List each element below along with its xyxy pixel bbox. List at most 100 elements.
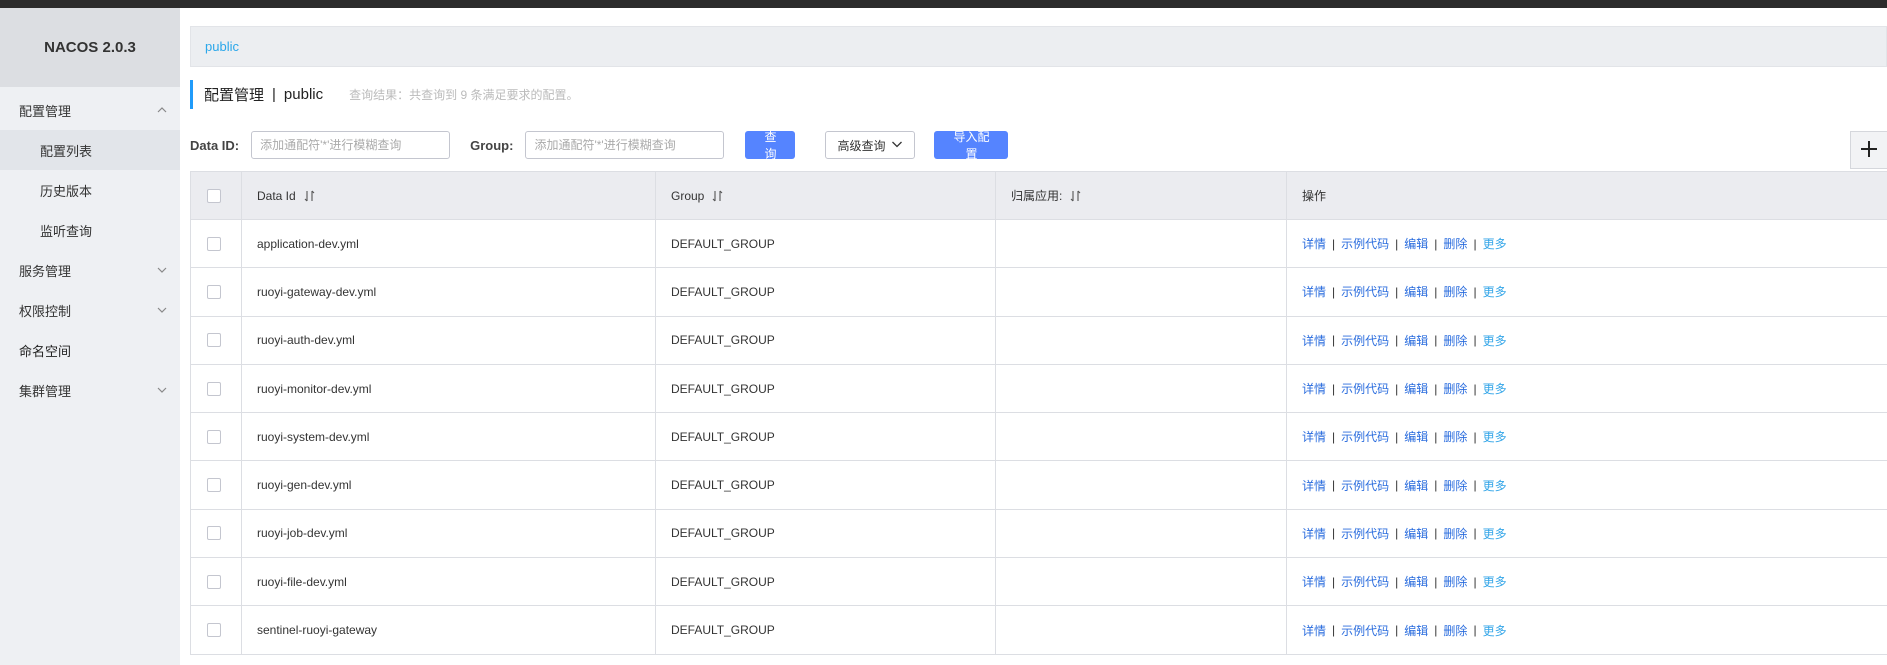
detail-link[interactable]: 详情: [1302, 477, 1326, 494]
action-separator: |: [1434, 478, 1438, 493]
sort-icon[interactable]: [1070, 190, 1081, 202]
delete-link[interactable]: 删除: [1443, 380, 1467, 397]
detail-link[interactable]: 详情: [1302, 428, 1326, 445]
column-header-app[interactable]: 归属应用:: [996, 172, 1287, 219]
sidebar-item-config-list[interactable]: 配置列表: [0, 130, 180, 170]
sort-icon[interactable]: [304, 190, 315, 202]
delete-link[interactable]: 删除: [1443, 235, 1467, 252]
row-select-cell: [191, 558, 242, 606]
more-link[interactable]: 更多: [1483, 332, 1507, 349]
row-checkbox[interactable]: [207, 429, 221, 444]
delete-link[interactable]: 删除: [1443, 428, 1467, 445]
import-config-button[interactable]: 导入配置: [934, 130, 1009, 161]
detail-link[interactable]: 详情: [1302, 380, 1326, 397]
action-separator: |: [1434, 381, 1438, 396]
chevron-down-icon: [156, 304, 168, 316]
more-link[interactable]: 更多: [1483, 573, 1507, 590]
sample-code-link[interactable]: 示例代码: [1341, 477, 1389, 494]
table-row: ruoyi-file-dev.yml DEFAULT_GROUP 详情 | 示例代码 | 编…: [191, 558, 1887, 607]
delete-link[interactable]: 删除: [1443, 573, 1467, 590]
sidebar-item-listener-query[interactable]: 监听查询: [0, 210, 180, 250]
data-id-input[interactable]: [251, 131, 451, 159]
table-row: ruoyi-system-dev.yml DEFAULT_GROUP 详情 | 示例代码…: [191, 413, 1887, 462]
filter-bar: Data ID: Group: 查询 高级查询 导入配置: [190, 130, 1009, 161]
query-button[interactable]: 查询: [745, 130, 796, 161]
data-id-cell: ruoyi-job-dev.yml: [242, 509, 656, 558]
namespace-bar: public: [190, 26, 1887, 67]
detail-link[interactable]: 详情: [1302, 525, 1326, 542]
edit-link[interactable]: 编辑: [1404, 380, 1428, 397]
chevron-up-icon: [156, 104, 168, 116]
delete-link[interactable]: 删除: [1443, 525, 1467, 542]
group-cell: DEFAULT_GROUP: [656, 509, 996, 558]
app-cell: [996, 509, 1287, 558]
edit-link[interactable]: 编辑: [1404, 573, 1428, 590]
column-header-group[interactable]: Group: [656, 172, 996, 219]
row-select-cell: [191, 316, 242, 364]
app-cell: [996, 413, 1287, 461]
row-checkbox[interactable]: [207, 478, 221, 493]
column-header-data-id[interactable]: Data Id: [242, 172, 656, 219]
sidebar-item-access-control[interactable]: 权限控制: [0, 290, 180, 330]
detail-link[interactable]: 详情: [1302, 332, 1326, 349]
advanced-query-label: 高级查询: [837, 138, 886, 153]
action-separator: |: [1473, 526, 1477, 541]
row-checkbox[interactable]: [207, 623, 221, 638]
add-config-button[interactable]: [1850, 131, 1887, 169]
row-checkbox[interactable]: [207, 333, 221, 348]
edit-link[interactable]: 编辑: [1404, 428, 1428, 445]
advanced-query-button[interactable]: 高级查询: [825, 131, 916, 159]
sample-code-link[interactable]: 示例代码: [1341, 283, 1389, 300]
row-checkbox[interactable]: [207, 236, 221, 251]
detail-link[interactable]: 详情: [1302, 235, 1326, 252]
group-input[interactable]: [525, 131, 725, 159]
edit-link[interactable]: 编辑: [1404, 235, 1428, 252]
edit-link[interactable]: 编辑: [1404, 525, 1428, 542]
row-checkbox[interactable]: [207, 381, 221, 396]
detail-link[interactable]: 详情: [1302, 622, 1326, 639]
edit-link[interactable]: 编辑: [1404, 477, 1428, 494]
detail-link[interactable]: 详情: [1302, 573, 1326, 590]
sample-code-link[interactable]: 示例代码: [1341, 525, 1389, 542]
sample-code-link[interactable]: 示例代码: [1341, 235, 1389, 252]
sidebar-item-service-management[interactable]: 服务管理: [0, 250, 180, 290]
more-link[interactable]: 更多: [1483, 525, 1507, 542]
select-all-checkbox[interactable]: [207, 188, 221, 203]
more-link[interactable]: 更多: [1483, 477, 1507, 494]
action-separator: |: [1473, 574, 1477, 589]
delete-link[interactable]: 删除: [1443, 283, 1467, 300]
sample-code-link[interactable]: 示例代码: [1341, 573, 1389, 590]
sample-code-link[interactable]: 示例代码: [1341, 428, 1389, 445]
more-link[interactable]: 更多: [1483, 380, 1507, 397]
sidebar-item-cluster-management[interactable]: 集群管理: [0, 370, 180, 410]
row-checkbox[interactable]: [207, 574, 221, 589]
sidebar-item-namespace[interactable]: 命名空间: [0, 330, 180, 370]
sample-code-link[interactable]: 示例代码: [1341, 332, 1389, 349]
table-row: ruoyi-gateway-dev.yml DEFAULT_GROUP 详情 | 示例代…: [191, 268, 1887, 317]
sidebar-item-history[interactable]: 历史版本: [0, 170, 180, 210]
sort-icon[interactable]: [712, 190, 723, 202]
more-link[interactable]: 更多: [1483, 622, 1507, 639]
actions-cell: 详情 | 示例代码 | 编辑 | 删除 | 更多: [1287, 558, 1887, 605]
detail-link[interactable]: 详情: [1302, 283, 1326, 300]
delete-link[interactable]: 删除: [1443, 332, 1467, 349]
edit-link[interactable]: 编辑: [1404, 332, 1428, 349]
action-links: 详情 | 示例代码 | 编辑 | 删除 | 更多: [1302, 573, 1507, 590]
delete-link[interactable]: 删除: [1443, 477, 1467, 494]
row-checkbox[interactable]: [207, 284, 221, 299]
action-separator: |: [1332, 236, 1336, 251]
table-row: sentinel-ruoyi-gateway DEFAULT_GROUP 详情 | 示例…: [191, 606, 1887, 655]
namespace-link-public[interactable]: public: [205, 39, 239, 54]
sidebar-item-config-management[interactable]: 配置管理: [0, 90, 180, 130]
more-link[interactable]: 更多: [1483, 235, 1507, 252]
row-checkbox[interactable]: [207, 526, 221, 541]
action-separator: |: [1395, 623, 1399, 638]
more-link[interactable]: 更多: [1483, 283, 1507, 300]
table-row: application-dev.yml DEFAULT_GROUP 详情 | 示例代码 |…: [191, 220, 1887, 269]
sample-code-link[interactable]: 示例代码: [1341, 622, 1389, 639]
sample-code-link[interactable]: 示例代码: [1341, 380, 1389, 397]
edit-link[interactable]: 编辑: [1404, 622, 1428, 639]
delete-link[interactable]: 删除: [1443, 622, 1467, 639]
edit-link[interactable]: 编辑: [1404, 283, 1428, 300]
more-link[interactable]: 更多: [1483, 428, 1507, 445]
